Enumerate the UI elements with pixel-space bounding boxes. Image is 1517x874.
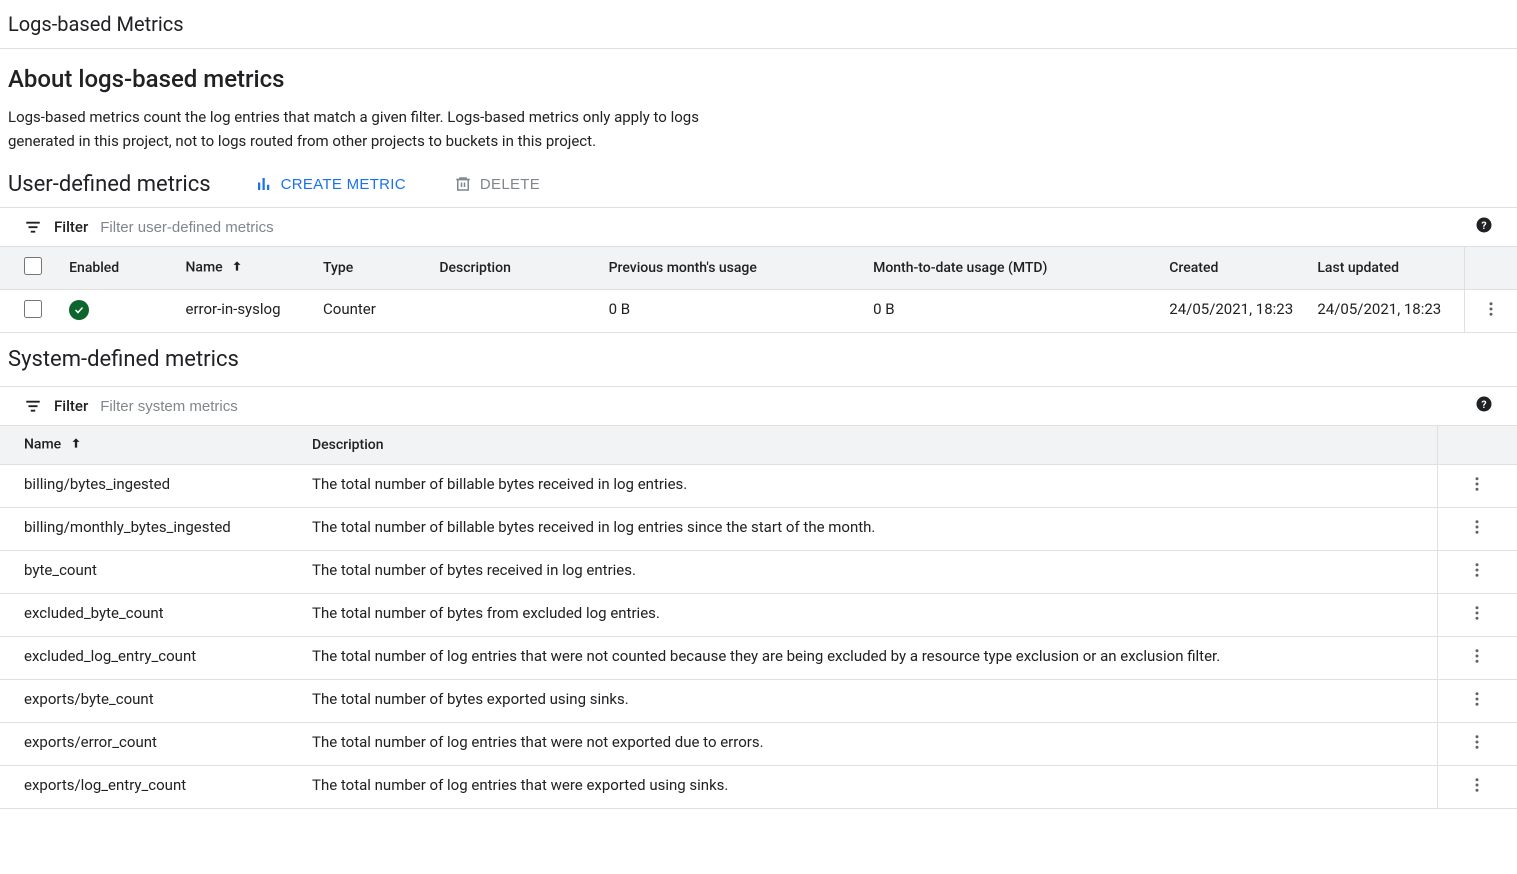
user-metrics-heading: User-defined metrics <box>8 172 211 197</box>
system-metrics-heading: System-defined metrics <box>0 333 1517 386</box>
system-metrics-table-wrap: Name Description billing/bytes_ingested … <box>0 426 1517 809</box>
user-metrics-table-wrap: Enabled Name Type Description Previous m… <box>0 247 1517 333</box>
col-description[interactable]: Description <box>427 247 596 290</box>
cell-name: exports/byte_count <box>0 680 300 723</box>
more-actions-icon[interactable] <box>1468 690 1486 708</box>
page-title: Logs-based Metrics <box>0 0 1517 49</box>
about-description: Logs-based metrics count the log entries… <box>8 105 708 153</box>
create-metric-label: CREATE METRIC <box>281 176 406 193</box>
cell-type: Counter <box>311 290 427 333</box>
bar-chart-icon <box>255 175 273 193</box>
cell-created: 24/05/2021, 18:23 <box>1157 290 1305 333</box>
more-actions-icon[interactable] <box>1468 733 1486 751</box>
system-filter-bar: Filter ? <box>0 386 1517 426</box>
about-heading: About logs-based metrics <box>8 65 1509 93</box>
table-row: excluded_log_entry_count The total numbe… <box>0 637 1517 680</box>
system-filter-label: Filter <box>54 397 88 415</box>
svg-text:?: ? <box>1481 219 1486 232</box>
cell-name: byte_count <box>0 551 300 594</box>
cell-description: The total number of log entries that wer… <box>300 723 1437 766</box>
col-updated[interactable]: Last updated <box>1305 247 1464 290</box>
about-section: About logs-based metrics Logs-based metr… <box>0 49 1517 161</box>
enabled-check-icon <box>69 300 89 320</box>
filter-icon <box>24 397 42 415</box>
system-filter-input[interactable] <box>100 398 1493 415</box>
col-actions <box>1464 247 1517 290</box>
table-row: billing/monthly_bytes_ingested The total… <box>0 508 1517 551</box>
user-filter-label: Filter <box>54 218 88 236</box>
sys-col-name-label: Name <box>24 437 61 453</box>
cell-name: error-in-syslog <box>173 290 311 333</box>
svg-text:?: ? <box>1481 398 1486 411</box>
sys-col-description[interactable]: Description <box>300 426 1437 465</box>
col-enabled[interactable]: Enabled <box>57 247 173 290</box>
cell-description: The total number of log entries that wer… <box>300 766 1437 809</box>
user-filter-bar: Filter ? <box>0 207 1517 247</box>
table-row: byte_count The total number of bytes rec… <box>0 551 1517 594</box>
cell-description: The total number of billable bytes recei… <box>300 508 1437 551</box>
cell-name: billing/monthly_bytes_ingested <box>0 508 300 551</box>
cell-name: excluded_byte_count <box>0 594 300 637</box>
col-created[interactable]: Created <box>1157 247 1305 290</box>
row-checkbox[interactable] <box>24 300 42 318</box>
delete-metric-button[interactable]: DELETE <box>450 169 544 199</box>
table-row: error-in-syslog Counter 0 B 0 B 24/05/20… <box>0 290 1517 333</box>
cell-name: excluded_log_entry_count <box>0 637 300 680</box>
table-row: exports/error_count The total number of … <box>0 723 1517 766</box>
cell-enabled <box>57 290 173 333</box>
cell-name: billing/bytes_ingested <box>0 465 300 508</box>
select-all-checkbox[interactable] <box>24 257 42 275</box>
cell-updated: 24/05/2021, 18:23 <box>1305 290 1464 333</box>
sys-col-actions <box>1437 426 1517 465</box>
trash-icon <box>454 175 472 193</box>
cell-description: The total number of billable bytes recei… <box>300 465 1437 508</box>
more-actions-icon[interactable] <box>1482 300 1500 318</box>
cell-description: The total number of bytes exported using… <box>300 680 1437 723</box>
cell-prev-usage: 0 B <box>597 290 861 333</box>
more-actions-icon[interactable] <box>1468 561 1486 579</box>
more-actions-icon[interactable] <box>1468 475 1486 493</box>
sort-ascending-icon <box>69 436 83 454</box>
user-metrics-table: Enabled Name Type Description Previous m… <box>0 247 1517 333</box>
user-metrics-header: User-defined metrics CREATE METRIC DELET… <box>0 161 1517 207</box>
table-row: exports/byte_count The total number of b… <box>0 680 1517 723</box>
delete-metric-label: DELETE <box>480 176 540 193</box>
sys-col-name[interactable]: Name <box>0 426 300 465</box>
create-metric-button[interactable]: CREATE METRIC <box>251 169 410 199</box>
cell-name: exports/error_count <box>0 723 300 766</box>
table-row: exports/log_entry_count The total number… <box>0 766 1517 809</box>
cell-description: The total number of log entries that wer… <box>300 637 1437 680</box>
user-filter-input[interactable] <box>100 219 1493 236</box>
table-row: excluded_byte_count The total number of … <box>0 594 1517 637</box>
col-prev-usage[interactable]: Previous month's usage <box>597 247 861 290</box>
cell-mtd-usage: 0 B <box>861 290 1157 333</box>
select-all-header <box>0 247 57 290</box>
more-actions-icon[interactable] <box>1468 776 1486 794</box>
col-mtd-usage[interactable]: Month-to-date usage (MTD) <box>861 247 1157 290</box>
help-icon[interactable]: ? <box>1475 395 1493 417</box>
cell-description <box>427 290 596 333</box>
table-row: billing/bytes_ingested The total number … <box>0 465 1517 508</box>
filter-icon <box>24 218 42 236</box>
cell-description: The total number of bytes received in lo… <box>300 551 1437 594</box>
cell-description: The total number of bytes from excluded … <box>300 594 1437 637</box>
cell-name: exports/log_entry_count <box>0 766 300 809</box>
col-type[interactable]: Type <box>311 247 427 290</box>
col-name-label: Name <box>185 260 222 276</box>
col-name[interactable]: Name <box>173 247 311 290</box>
more-actions-icon[interactable] <box>1468 647 1486 665</box>
sort-ascending-icon <box>230 259 244 277</box>
more-actions-icon[interactable] <box>1468 518 1486 536</box>
system-metrics-table: Name Description billing/bytes_ingested … <box>0 426 1517 809</box>
more-actions-icon[interactable] <box>1468 604 1486 622</box>
help-icon[interactable]: ? <box>1475 216 1493 238</box>
